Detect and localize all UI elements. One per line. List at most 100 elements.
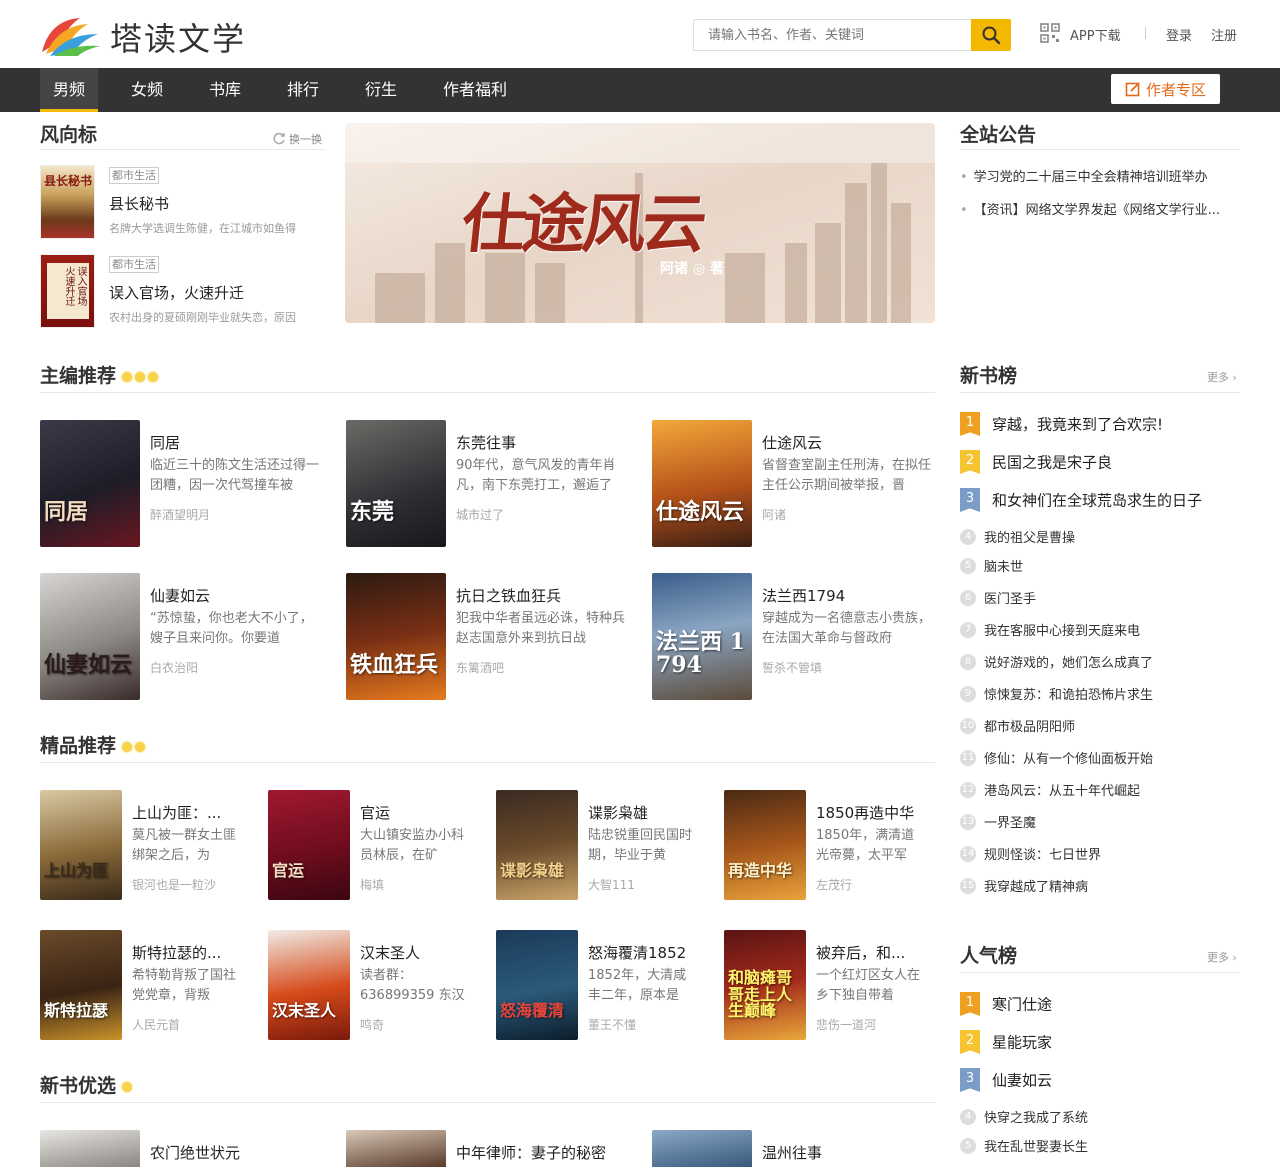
book-title[interactable]: 误入官场，火速升迁 (109, 282, 244, 303)
book-cover[interactable] (346, 1130, 446, 1167)
rank-book-title[interactable]: 港岛风云：从五十年代崛起 (984, 784, 1140, 799)
book-author[interactable]: 董王不懂 (588, 1016, 636, 1033)
rank-book-title[interactable]: 民国之我是宋子良 (992, 454, 1112, 472)
nav-item-library[interactable]: 书库 (196, 68, 254, 112)
book-title[interactable]: 仕途风云 (762, 432, 934, 453)
rank-book-title[interactable]: 都市极品阴阳师 (984, 720, 1075, 735)
announcement-item[interactable]: 学习党的二十届三中全会精神培训班举办 (960, 166, 1240, 185)
rank-item[interactable]: 14 规则怪谈：七日世界 (960, 843, 1101, 863)
book-author[interactable]: 醉酒望明月 (150, 506, 210, 523)
book-card[interactable]: 怒海覆清 怒海覆清1852 1852年，大清咸丰二年，原本是 董王不懂 (496, 930, 704, 1040)
book-title[interactable]: 农门绝世状元 (150, 1142, 326, 1163)
book-title[interactable]: 县长秘书 (109, 193, 169, 214)
book-title[interactable]: 被弃后，和... (816, 942, 922, 963)
rank-book-title[interactable]: 和女神们在全球荒岛求生的日子 (992, 492, 1202, 510)
rank-book-title[interactable]: 惊悚复苏：和诡拍恐怖片求生 (984, 688, 1153, 703)
rank-item[interactable]: 2 民国之我是宋子良 (960, 450, 1112, 474)
nav-item-derivative[interactable]: 衍生 (352, 68, 410, 112)
book-cover[interactable]: 上山为匪 (40, 790, 122, 900)
book-author[interactable]: 鸣奇 (360, 1016, 384, 1033)
book-author[interactable]: 银河也是一粒沙 (132, 876, 216, 893)
rank-item[interactable]: 13 一界圣魔 (960, 811, 1036, 831)
book-card[interactable]: 同居 同居 临近三十的陈文生活还过得一团糟，因一次代驾撞车被 醉酒望明月 (40, 420, 326, 547)
rank-book-title[interactable]: 说好游戏的，她们怎么成真了 (984, 656, 1153, 671)
rank-book-title[interactable]: 医门圣手 (984, 592, 1036, 607)
book-cover[interactable]: 和脑瘫哥哥走上人生巅峰 (724, 930, 806, 1040)
more-link[interactable]: 更多 › (1207, 369, 1237, 385)
book-cover[interactable]: 斯特拉瑟 (40, 930, 122, 1040)
book-author[interactable]: 梅填 (360, 876, 384, 893)
more-link[interactable]: 更多 › (1207, 949, 1237, 965)
rank-book-title[interactable]: 寒门仕途 (992, 996, 1052, 1014)
nav-item-ranking[interactable]: 排行 (274, 68, 332, 112)
book-card[interactable]: 和脑瘫哥哥走上人生巅峰 被弃后，和... 一个红灯区女人在乡下独自带着 悲伤一道河 (724, 930, 932, 1040)
book-title[interactable]: 法兰西1794 (762, 585, 934, 606)
login-link[interactable]: 登录 (1166, 25, 1192, 44)
site-name[interactable]: 塔读文学 (110, 14, 246, 60)
rank-book-title[interactable]: 规则怪谈：七日世界 (984, 848, 1101, 863)
rank-item[interactable]: 12 港岛风云：从五十年代崛起 (960, 779, 1140, 799)
rank-item[interactable]: 15 我穿越成了精神病 (960, 875, 1088, 895)
book-title[interactable]: 东莞往事 (456, 432, 628, 453)
book-cover[interactable]: 仕途风云 (652, 420, 752, 547)
nav-item-author-benefits[interactable]: 作者福利 (430, 68, 520, 112)
book-author[interactable]: 阿诸 (762, 506, 786, 523)
rank-book-title[interactable]: 我在乱世娶妻长生 (984, 1140, 1088, 1155)
book-author[interactable]: 城市过了 (456, 506, 504, 523)
book-title[interactable]: 上山为匪：... (132, 802, 238, 823)
book-card[interactable]: 再造中华 1850再造中华 1850年，满清道光帝薨，太平军 左茂行 (724, 790, 932, 900)
book-author[interactable]: 东篱酒吧 (456, 659, 504, 676)
nav-item-male[interactable]: 男频 (40, 68, 98, 112)
rank-item[interactable]: 7 我在客服中心接到天庭来电 (960, 619, 1140, 639)
book-cover[interactable]: 仙妻如云 (40, 573, 140, 700)
app-download-link[interactable]: APP下载 (1070, 25, 1121, 44)
rank-book-title[interactable]: 仙妻如云 (992, 1072, 1052, 1090)
book-author[interactable]: 人民元首 (132, 1016, 180, 1033)
rank-item[interactable]: 8 说好游戏的，她们怎么成真了 (960, 651, 1153, 671)
refresh-button[interactable]: 换一换 (272, 131, 322, 147)
list-item[interactable]: 误入官场 火速升迁 都市生活 误入官场，火速升迁 农村出身的夏硕刚刚毕业就失恋，… (40, 254, 325, 329)
rank-book-title[interactable]: 我穿越成了精神病 (984, 880, 1088, 895)
announcement-item[interactable]: 【资讯】网络文学界发起《网络文学行业... (960, 199, 1240, 218)
rank-item[interactable]: 3 仙妻如云 (960, 1068, 1052, 1092)
book-title[interactable]: 温州往事 (762, 1142, 938, 1163)
book-cover[interactable]: 县长秘书 (40, 165, 95, 239)
search-input[interactable] (694, 20, 972, 50)
book-title[interactable]: 谍影枭雄 (588, 802, 694, 823)
book-title[interactable]: 斯特拉瑟的... (132, 942, 238, 963)
rank-item[interactable]: 4 快穿之我成了系统 (960, 1106, 1088, 1126)
book-card[interactable]: 法兰西 1794 法兰西1794 穿越成为一名德意志小贵族，在法国大革命与督政府 誓杀… (652, 573, 938, 700)
book-title[interactable]: 抗日之铁血狂兵 (456, 585, 628, 606)
rank-item[interactable]: 5 脑未世 (960, 555, 1023, 575)
book-cover[interactable] (40, 1130, 140, 1167)
rank-item[interactable]: 2 星能玩家 (960, 1030, 1052, 1054)
book-cover[interactable]: 再造中华 (724, 790, 806, 900)
rank-item[interactable]: 5 我在乱世娶妻长生 (960, 1135, 1088, 1155)
search-button[interactable] (971, 19, 1011, 51)
rank-item[interactable]: 3 和女神们在全球荒岛求生的日子 (960, 488, 1202, 512)
register-link[interactable]: 注册 (1211, 25, 1237, 44)
rank-book-title[interactable]: 我的祖父是曹操 (984, 531, 1075, 546)
book-card[interactable]: 官运 官运 大山镇安监办小科员林辰，在矿 梅填 (268, 790, 476, 900)
book-card[interactable]: 谍影枭雄 谍影枭雄 陆忠锐重回民国时期，毕业于黄 大智111 (496, 790, 704, 900)
book-author[interactable]: 大智111 (588, 876, 635, 893)
site-logo-icon[interactable] (40, 12, 102, 56)
book-cover[interactable]: 官运 (268, 790, 350, 900)
book-card[interactable]: 上山为匪 上山为匪：... 莫凡被一群女土匪绑架之后，为 银河也是一粒沙 (40, 790, 248, 900)
rank-book-title[interactable]: 穿越，我竟来到了合欢宗! (992, 416, 1163, 434)
book-title[interactable]: 1850再造中华 (816, 802, 922, 823)
book-card[interactable]: 仙妻如云 仙妻如云 “苏惊蛰，你也老大不小了，嫂子且来问你。你要道 白衣治阳 (40, 573, 326, 700)
book-card[interactable]: 温州往事 (652, 1130, 938, 1167)
author-zone-button[interactable]: 作者专区 (1111, 74, 1220, 104)
nav-item-female[interactable]: 女频 (118, 68, 176, 112)
qr-code-icon[interactable] (1040, 23, 1060, 43)
book-title[interactable]: 官运 (360, 802, 466, 823)
rank-item[interactable]: 9 惊悚复苏：和诡拍恐怖片求生 (960, 683, 1153, 703)
book-cover[interactable]: 东莞 (346, 420, 446, 547)
rank-book-title[interactable]: 星能玩家 (992, 1034, 1052, 1052)
book-title[interactable]: 中年律师：妻子的秘密 (456, 1142, 632, 1163)
book-cover[interactable]: 误入官场 火速升迁 (40, 254, 95, 328)
book-author[interactable]: 悲伤一道河 (816, 1016, 876, 1033)
rank-item[interactable]: 6 医门圣手 (960, 587, 1036, 607)
rank-item[interactable]: 4 我的祖父是曹操 (960, 526, 1075, 546)
